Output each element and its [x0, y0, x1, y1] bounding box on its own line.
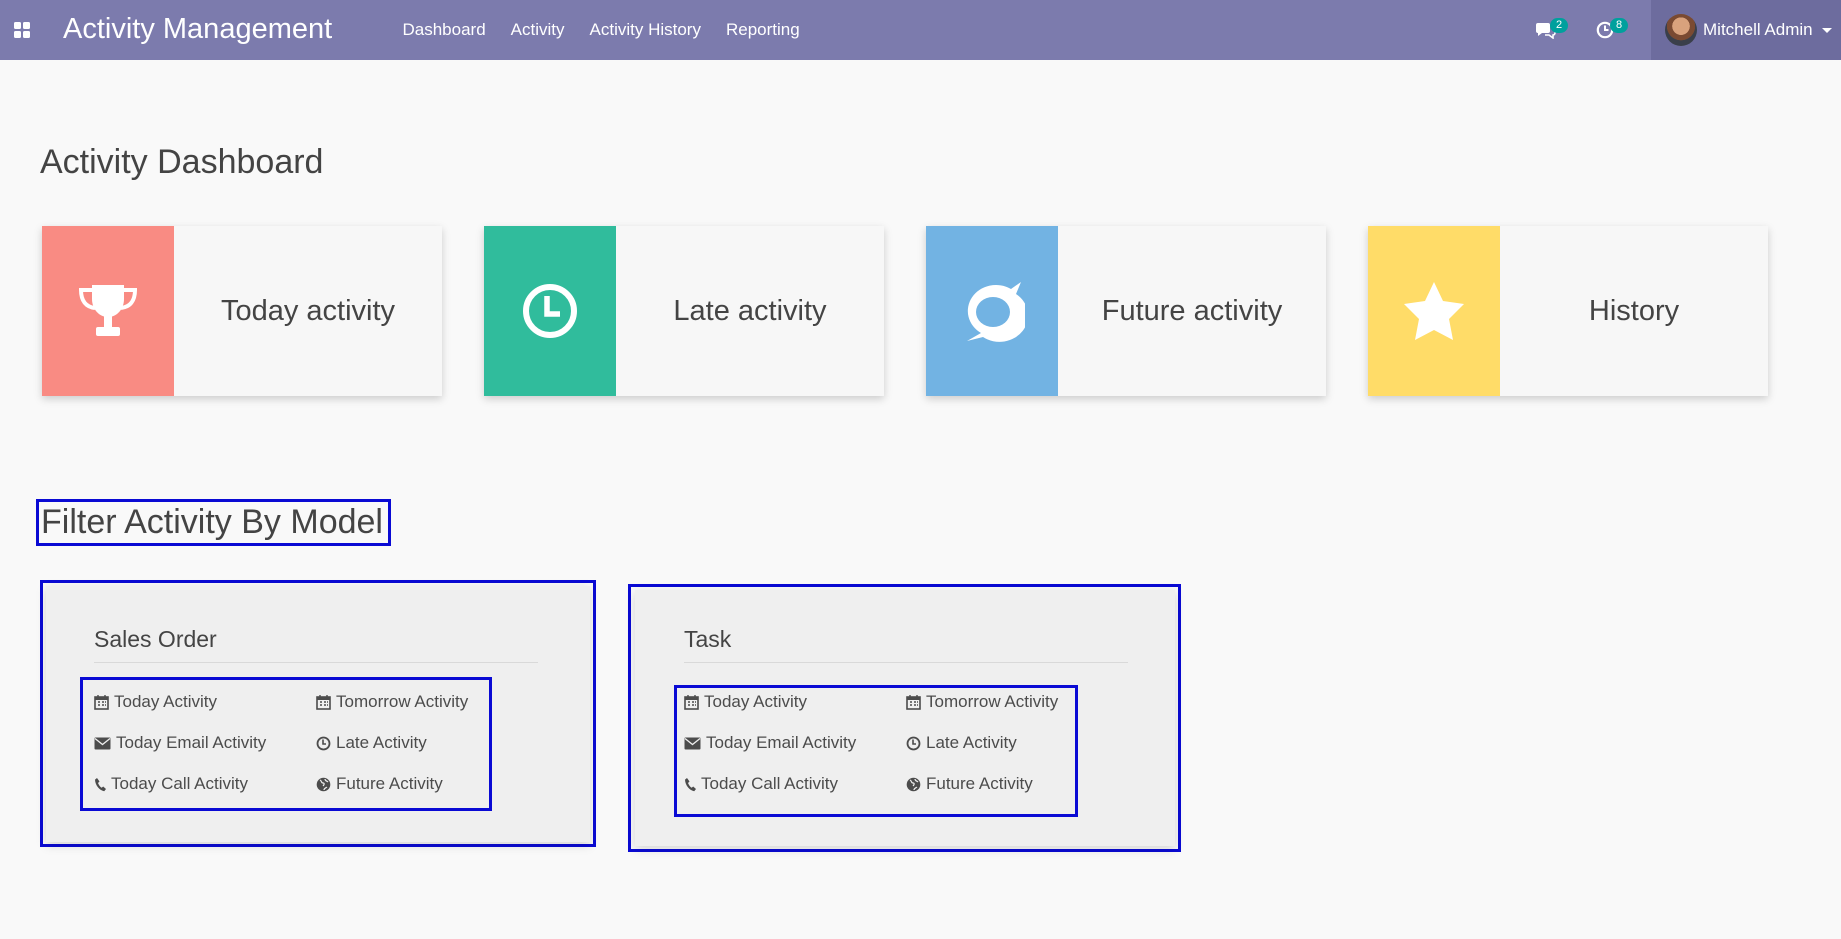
card-future-activity[interactable]: Future activity [926, 226, 1326, 396]
user-menu[interactable]: Mitchell Admin [1651, 0, 1841, 60]
link-late-activity[interactable]: Late Activity [906, 733, 1017, 753]
user-name: Mitchell Admin [1703, 20, 1813, 39]
page-title: Activity Dashboard [40, 143, 324, 181]
link-label: Late Activity [336, 733, 427, 752]
link-label: Today Call Activity [111, 774, 248, 793]
link-label: Today Activity [704, 692, 807, 711]
phone-icon [95, 777, 106, 791]
link-label: Today Activity [114, 692, 217, 711]
activities-count-badge: 8 [1610, 18, 1628, 33]
link-label: Future Activity [336, 774, 443, 793]
link-today-call-activity[interactable]: Today Call Activity [684, 774, 838, 794]
link-today-call-activity[interactable]: Today Call Activity [94, 774, 248, 794]
link-label: Today Email Activity [116, 733, 267, 752]
card-icon-tile [1368, 226, 1500, 396]
avatar [1665, 14, 1697, 46]
caret-down-icon [1821, 27, 1832, 33]
link-label: Future Activity [926, 774, 1033, 793]
calendar-icon [684, 695, 699, 710]
messages-count-badge: 2 [1550, 18, 1568, 33]
filter-heading: Filter Activity By Model [41, 503, 383, 541]
card-icon-tile [484, 226, 616, 396]
model-title: Sales Order [94, 626, 217, 652]
trophy-icon [78, 285, 138, 336]
messaging-menu[interactable]: 2 [1521, 0, 1581, 60]
link-label: Late Activity [926, 733, 1017, 752]
clock-icon [523, 284, 577, 338]
globe-icon [906, 777, 921, 791]
systray: 2 8 Mitchell Admin [1521, 0, 1841, 60]
comment-icon [967, 282, 1025, 342]
model-divider [94, 662, 538, 663]
card-label: History [1588, 294, 1680, 327]
activity-menu[interactable]: 8 [1581, 0, 1641, 60]
envelope-icon [94, 737, 111, 749]
menu-activity-history[interactable]: Activity History [577, 0, 713, 60]
card-late-activity[interactable]: Late activity [484, 226, 884, 396]
menu-reporting[interactable]: Reporting [713, 0, 812, 60]
globe-icon [316, 777, 331, 791]
clock-icon [316, 736, 331, 750]
link-label: Today Call Activity [701, 774, 838, 793]
envelope-icon [684, 737, 701, 749]
apps-menu-icon[interactable] [14, 22, 30, 38]
model-title: Task [684, 626, 732, 652]
card-label: Today activity [220, 294, 396, 327]
link-future-activity[interactable]: Future Activity [316, 774, 443, 794]
calendar-icon [316, 695, 331, 710]
link-label: Today Email Activity [706, 733, 857, 752]
link-label: Tomorrow Activity [336, 692, 469, 711]
card-label: Late activity [673, 294, 827, 327]
top-navbar: Activity Management Dashboard Activity A… [0, 0, 1841, 60]
link-late-activity[interactable]: Late Activity [316, 733, 427, 753]
main-menu: Dashboard Activity Activity History Repo… [390, 0, 812, 60]
app-title[interactable]: Activity Management [63, 13, 332, 46]
menu-dashboard[interactable]: Dashboard [390, 0, 498, 60]
menu-activity[interactable]: Activity [498, 0, 577, 60]
link-label: Tomorrow Activity [926, 692, 1059, 711]
calendar-icon [906, 695, 921, 710]
card-icon-tile [926, 226, 1058, 396]
link-today-activity[interactable]: Today Activity [94, 692, 217, 712]
link-future-activity[interactable]: Future Activity [906, 774, 1033, 794]
link-today-activity[interactable]: Today Activity [684, 692, 807, 712]
card-history[interactable]: History [1368, 226, 1768, 396]
link-tomorrow-activity[interactable]: Tomorrow Activity [906, 692, 1058, 712]
calendar-icon [94, 695, 109, 710]
card-icon-tile [42, 226, 174, 396]
card-label: Future activity [1101, 294, 1283, 327]
star-icon [1404, 282, 1464, 340]
link-today-email-activity[interactable]: Today Email Activity [94, 733, 266, 753]
link-today-email-activity[interactable]: Today Email Activity [684, 733, 856, 753]
link-tomorrow-activity[interactable]: Tomorrow Activity [316, 692, 468, 712]
phone-icon [685, 777, 696, 791]
clock-icon [906, 736, 921, 750]
model-divider [684, 662, 1128, 663]
card-today-activity[interactable]: Today activity [42, 226, 442, 396]
